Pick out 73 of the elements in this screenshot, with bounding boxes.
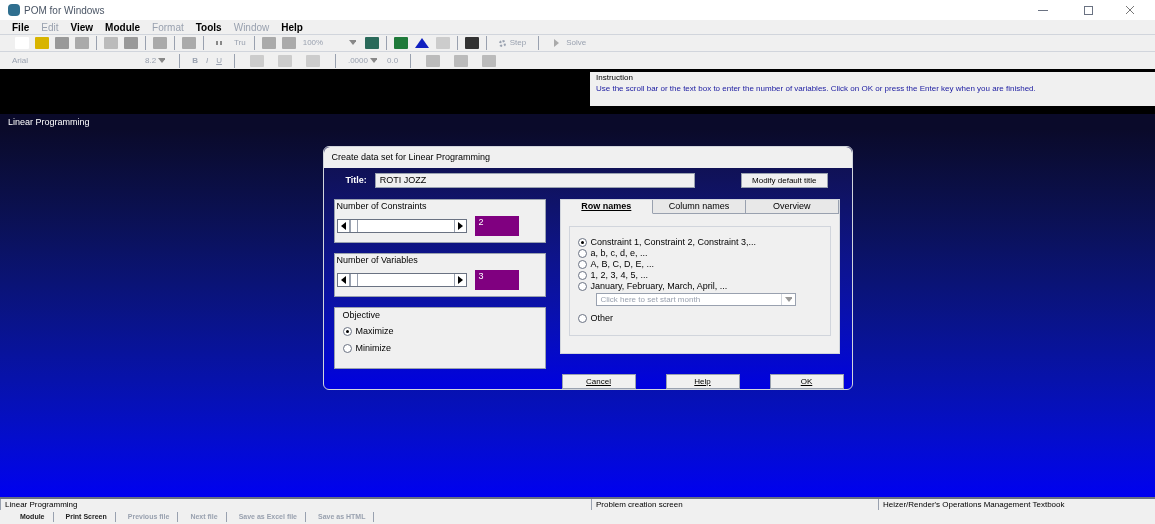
month-dropdown[interactable]: Click here to set start month (595, 293, 796, 306)
tru-button[interactable]: Tru (234, 37, 246, 49)
minimize-button[interactable] (1038, 9, 1048, 11)
dots-icon (498, 39, 506, 47)
dialog-title: Create data set for Linear Programming (331, 150, 491, 164)
radio-button[interactable] (577, 314, 587, 323)
left-arrow-icon[interactable] (339, 276, 347, 284)
quote-icon[interactable] (216, 41, 222, 45)
radio-button[interactable] (342, 327, 352, 336)
status-cell: Linear Programming (0, 499, 591, 510)
dialog-button[interactable]: Help (665, 374, 740, 389)
font-dropdown[interactable]: Arial (12, 54, 137, 67)
scroll-bar[interactable] (336, 219, 467, 233)
size-dropdown[interactable]: 8.2 (145, 54, 168, 67)
number-field[interactable]: 2 (474, 216, 519, 236)
fixed-button[interactable]: 0.0 (386, 54, 399, 67)
zoom-dropdown[interactable]: 100% (302, 37, 358, 49)
scroll-bar[interactable] (336, 273, 467, 287)
radio-button[interactable] (577, 249, 587, 258)
radio-label: January, February, March, April, ... (590, 279, 728, 293)
caret-icon[interactable] (158, 56, 166, 65)
radio-label: Constraint 1, Constraint 2, Constraint 3,... (590, 235, 757, 249)
number-field[interactable]: 3 (474, 270, 519, 290)
italic-button[interactable]: I (205, 54, 209, 67)
instruction-label: Instruction (596, 73, 634, 83)
radio-button[interactable] (577, 238, 587, 247)
underline-button[interactable]: U (216, 54, 222, 67)
instruction-text: Use the scroll bar or the text box to enter the number of variables. Click on OK or press the Enter key when you are finished. (596, 83, 1037, 94)
workspace-title: Linear Programming (8, 115, 90, 128)
close-button[interactable] (1125, 5, 1135, 15)
title-field[interactable]: ROTI JOZZ (374, 173, 695, 188)
decimals-dropdown[interactable]: .0000 (347, 54, 379, 67)
group-label: Number of Constraints (336, 201, 428, 212)
scroll-thumb[interactable] (349, 274, 358, 286)
modify-title-button[interactable]: Modify default title (741, 173, 828, 188)
right-arrow-icon[interactable] (456, 222, 464, 230)
status-cell: Heizer/Render's Operations Management Textbook (878, 499, 1155, 510)
menu-item[interactable]: Help (281, 19, 303, 35)
left-arrow-icon[interactable] (339, 222, 347, 230)
right-arrow-icon[interactable] (456, 276, 464, 284)
radio-label: a, b, c, d, e, ... (590, 246, 648, 260)
scroll-thumb[interactable] (349, 220, 358, 232)
title-label: Title: (345, 173, 367, 187)
step-button[interactable]: Step (498, 37, 527, 49)
radio-label: A, B, C, D, E, ... (590, 257, 654, 271)
caret-icon[interactable] (784, 295, 792, 304)
tab[interactable]: Overview (745, 200, 839, 214)
restore-button[interactable] (1084, 5, 1093, 15)
caret-icon[interactable] (348, 39, 356, 47)
play-icon[interactable] (553, 39, 561, 47)
radio-button[interactable] (342, 344, 352, 353)
group-label: Number of Variables (336, 255, 419, 266)
menu-item[interactable]: Tools (195, 19, 222, 35)
app-logo-icon (8, 4, 20, 16)
menu-item[interactable]: Module (105, 19, 141, 35)
radio-button[interactable] (577, 282, 587, 291)
tab[interactable]: Column names (653, 200, 746, 214)
status-cell: Problem creation screen (591, 499, 878, 510)
radio-label: Maximize (355, 324, 394, 338)
bold-button[interactable]: B (192, 54, 198, 67)
dialog-button[interactable]: Cancel (561, 374, 636, 389)
solve-button[interactable]: Solve (551, 37, 587, 49)
window-title: POM for Windows (24, 3, 105, 18)
radio-label: Minimize (355, 341, 391, 355)
dialog-button[interactable]: OK (769, 374, 844, 389)
radio-label: Other (590, 311, 613, 325)
radio-button[interactable] (577, 260, 587, 269)
group-label: Objective (342, 310, 382, 320)
radio-button[interactable] (577, 271, 587, 280)
menu-item[interactable]: File (12, 19, 30, 35)
radio-label: 1, 2, 3, 4, 5, ... (590, 268, 649, 282)
menu-item[interactable]: View (70, 19, 94, 35)
caret-icon[interactable] (369, 56, 377, 65)
